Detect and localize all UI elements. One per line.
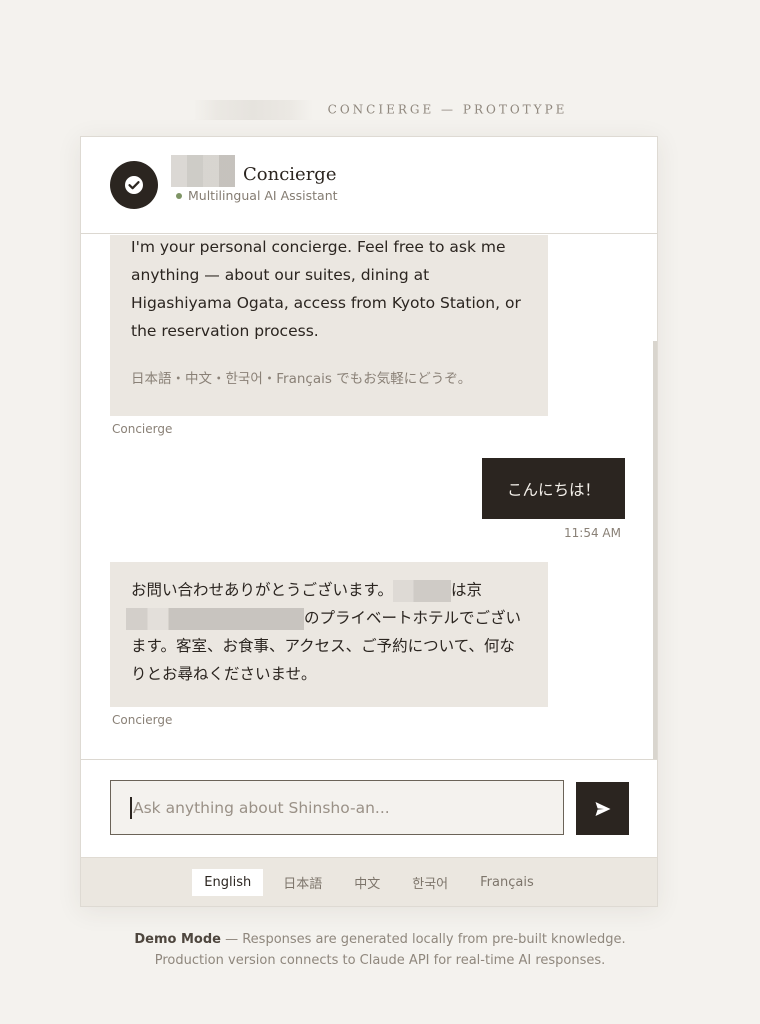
redacted-location (126, 607, 304, 630)
header-text: Concierge Multilingual AI Assistant (171, 155, 338, 203)
user-message: こんにちは！ (482, 458, 625, 519)
message-timestamp: 11:54 AM (564, 526, 621, 540)
send-button[interactable] (576, 782, 629, 835)
check-circle-icon (125, 176, 143, 194)
lang-korean[interactable]: 한국어 (400, 867, 460, 898)
sender-label: Concierge (112, 713, 173, 727)
message-input-box[interactable] (110, 780, 564, 835)
redacted-name (392, 579, 451, 602)
message-text: こんにちは！ (506, 480, 600, 499)
chat-header: Concierge Multilingual AI Assistant (81, 137, 657, 234)
language-switcher: English 日本語 中文 한국어 Français (81, 857, 657, 906)
brand-row: Concierge (171, 155, 338, 187)
sender-label: Concierge (112, 422, 173, 436)
bot-message: I'm your personal concierge. Feel free t… (110, 235, 548, 416)
redacted-logo (192, 99, 313, 120)
message-text-part: は京 (450, 581, 482, 599)
demo-mode-label: Demo Mode (134, 932, 221, 947)
status-text: Multilingual AI Assistant (188, 188, 338, 203)
footer-note: Demo Mode — Responses are generated loca… (0, 929, 760, 971)
lang-french[interactable]: Français (468, 869, 546, 896)
chat-widget: Concierge Multilingual AI Assistant I'm … (80, 136, 658, 907)
footer-line-1-text: — Responses are generated locally from p… (220, 932, 626, 947)
scrollbar[interactable] (653, 341, 657, 759)
send-icon (595, 801, 610, 816)
lang-chinese[interactable]: 中文 (342, 867, 392, 898)
concierge-avatar (110, 161, 158, 209)
text-caret (130, 796, 132, 819)
brand-name: Concierge (243, 163, 337, 185)
footer-line-1: Demo Mode — Responses are generated loca… (0, 929, 760, 950)
status-row: Multilingual AI Assistant (176, 188, 338, 203)
message-list[interactable]: I'm your personal concierge. Feel free t… (81, 235, 657, 759)
redacted-brand (171, 155, 235, 187)
online-status-dot (176, 192, 182, 199)
message-input[interactable] (133, 798, 533, 817)
footer-line-2: Production version connects to Claude AP… (154, 953, 606, 968)
lang-japanese[interactable]: 日本語 (271, 867, 334, 898)
eyebrow: CONCIERGE — PROTOTYPE (0, 99, 760, 120)
message-text-part: お問い合わせありがとうございます。 (131, 581, 393, 599)
lang-english[interactable]: English (192, 868, 264, 896)
eyebrow-label: CONCIERGE — PROTOTYPE (327, 102, 568, 117)
message-text: I'm your personal concierge. Feel free t… (131, 238, 521, 340)
message-subtext: 日本語・中文・한국어・Français でもお気軽にどうぞ。 (131, 371, 472, 387)
bot-message: お問い合わせありがとうございます。 は京 のプライベートホテルでございます。客室、お… (110, 562, 548, 707)
composer (81, 759, 657, 859)
